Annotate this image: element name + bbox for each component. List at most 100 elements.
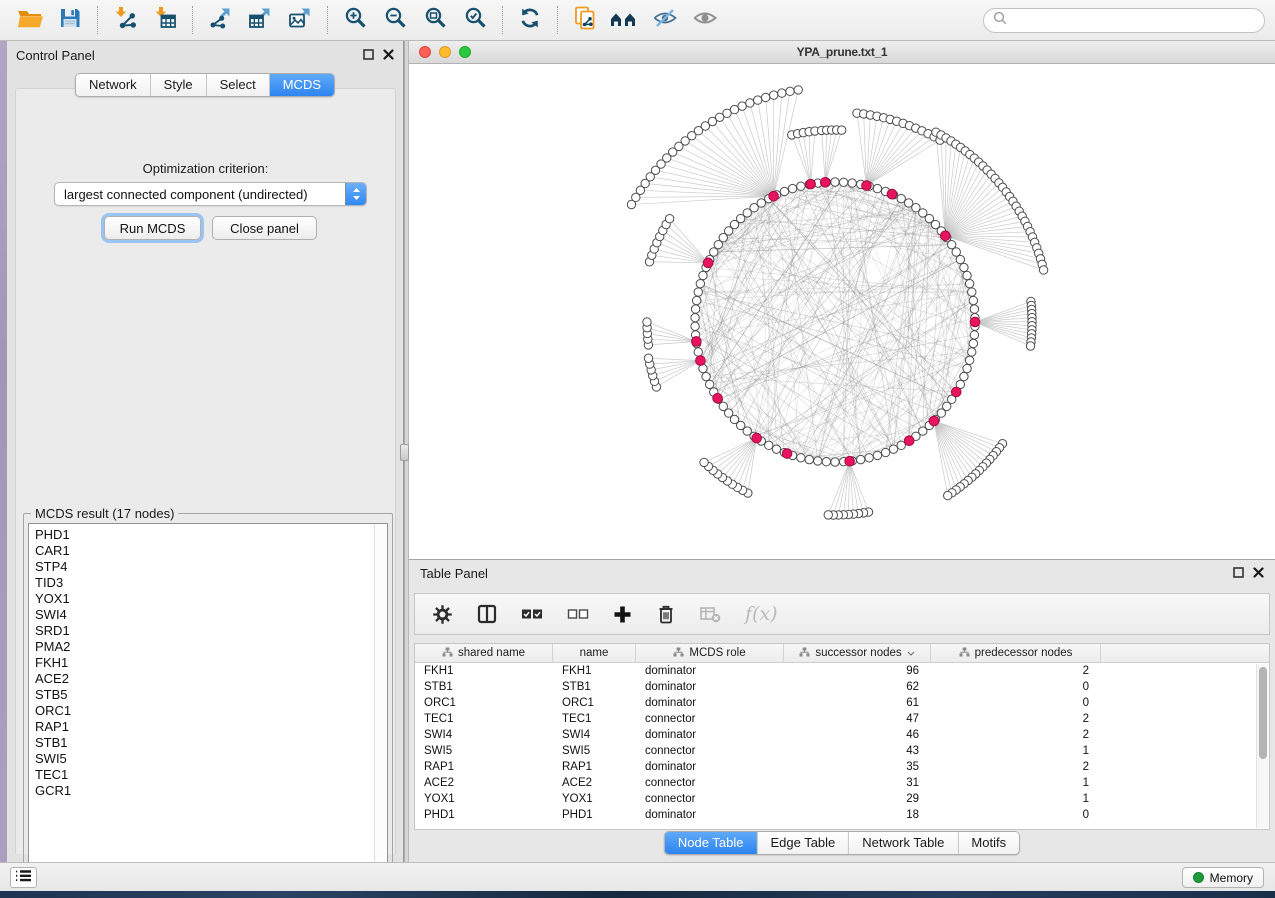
network-mcds-hub-node[interactable] [806, 179, 816, 189]
mcds-result-item[interactable]: STP4 [35, 559, 374, 575]
tab-mcds[interactable]: MCDS [269, 74, 334, 96]
network-node[interactable] [848, 179, 856, 187]
cell-name[interactable]: RAP1 [553, 761, 636, 773]
cell-shared_name[interactable]: ORC1 [415, 697, 553, 709]
network-node[interactable] [691, 305, 699, 313]
table-row[interactable]: RAP1RAP1dominator352 [415, 759, 1269, 775]
cell-successor_nodes[interactable]: 18 [784, 809, 931, 821]
network-leaf-node[interactable] [824, 511, 832, 519]
network-node[interactable] [694, 288, 702, 296]
mcds-result-item[interactable]: TEC1 [35, 767, 374, 783]
network-mcds-hub-node[interactable] [696, 356, 706, 366]
network-leaf-node[interactable] [770, 91, 778, 99]
network-window-titlebar[interactable]: YPA_prune.txt_1 [409, 41, 1275, 64]
network-node[interactable] [873, 451, 881, 459]
cell-shared_name[interactable]: FKH1 [415, 665, 553, 677]
memory-button[interactable]: Memory [1182, 867, 1264, 888]
network-mcds-hub-node[interactable] [713, 393, 723, 403]
table-row[interactable]: FKH1FKH1dominator962 [415, 663, 1269, 679]
network-node[interactable] [881, 448, 889, 456]
network-node[interactable] [873, 184, 881, 192]
window-minimize-icon[interactable] [439, 46, 451, 58]
mcds-result-item[interactable]: CAR1 [35, 543, 374, 559]
network-leaf-node[interactable] [1039, 266, 1047, 274]
network-search-field[interactable] [983, 8, 1265, 33]
network-leaf-node[interactable] [754, 96, 762, 104]
show-all-button[interactable] [685, 3, 725, 37]
float-table-panel-icon[interactable] [1233, 566, 1244, 581]
import-table-button[interactable] [145, 3, 185, 37]
first-neighbors-button[interactable] [605, 3, 645, 37]
network-node[interactable] [969, 296, 977, 304]
network-node[interactable] [956, 255, 964, 263]
cell-name[interactable]: SWI4 [553, 729, 636, 741]
network-mcds-hub-node[interactable] [845, 456, 855, 466]
tab-select[interactable]: Select [206, 74, 269, 96]
mcds-result-item[interactable]: STB1 [35, 735, 374, 751]
export-network-button[interactable] [200, 3, 240, 37]
add-column-icon[interactable] [613, 605, 632, 624]
network-node[interactable] [965, 356, 973, 364]
cell-name[interactable]: STB1 [553, 681, 636, 693]
network-leaf-node[interactable] [665, 214, 673, 222]
tab-node-table[interactable]: Node Table [665, 832, 757, 854]
mcds-result-item[interactable]: YOX1 [35, 591, 374, 607]
cell-name[interactable]: FKH1 [553, 665, 636, 677]
cell-successor_nodes[interactable]: 31 [784, 777, 931, 789]
cell-mcds_role[interactable]: connector [636, 793, 784, 805]
cell-successor_nodes[interactable]: 43 [784, 745, 931, 757]
cell-name[interactable]: ACE2 [553, 777, 636, 789]
cell-successor_nodes[interactable]: 62 [784, 681, 931, 693]
mcds-result-item[interactable]: SRD1 [35, 623, 374, 639]
function-builder-icon[interactable]: f(x) [745, 603, 778, 625]
network-mcds-hub-node[interactable] [769, 191, 779, 201]
hide-selected-button[interactable] [645, 3, 685, 37]
run-mcds-button[interactable]: Run MCDS [104, 216, 201, 240]
cell-mcds_role[interactable]: dominator [636, 681, 784, 693]
cell-shared_name[interactable]: SWI5 [415, 745, 553, 757]
table-scrollbar[interactable] [1256, 664, 1268, 828]
cell-predecessor_nodes[interactable]: 1 [931, 793, 1101, 805]
network-mcds-hub-node[interactable] [929, 416, 939, 426]
mcds-result-item[interactable]: GCR1 [35, 783, 374, 799]
network-node[interactable] [805, 455, 813, 463]
network-node[interactable] [691, 313, 699, 321]
table-row[interactable]: SWI4SWI4dominator462 [415, 727, 1269, 743]
cell-mcds_role[interactable]: connector [636, 745, 784, 757]
mcds-result-item[interactable]: SWI5 [35, 751, 374, 767]
cell-successor_nodes[interactable]: 46 [784, 729, 931, 741]
tab-style[interactable]: Style [150, 74, 206, 96]
network-node[interactable] [831, 458, 839, 466]
cell-predecessor_nodes[interactable]: 0 [931, 809, 1101, 821]
network-node[interactable] [765, 441, 773, 449]
network-mcds-hub-node[interactable] [970, 317, 980, 327]
cell-mcds_role[interactable]: dominator [636, 809, 784, 821]
mcds-result-item[interactable]: TID3 [35, 575, 374, 591]
network-node[interactable] [970, 305, 978, 313]
network-mcds-hub-node[interactable] [752, 433, 762, 443]
cell-shared_name[interactable]: STB1 [415, 681, 553, 693]
cell-shared_name[interactable]: YOX1 [415, 793, 553, 805]
mcds-result-item[interactable]: SWI4 [35, 607, 374, 623]
network-node[interactable] [968, 348, 976, 356]
network-node[interactable] [970, 331, 978, 339]
select-all-rows-icon[interactable] [521, 607, 543, 621]
network-node[interactable] [691, 322, 699, 330]
cell-predecessor_nodes[interactable]: 2 [931, 729, 1101, 741]
network-node[interactable] [857, 455, 865, 463]
column-manager-icon[interactable] [477, 604, 497, 624]
cell-shared_name[interactable]: PHD1 [415, 809, 553, 821]
tab-edge-table[interactable]: Edge Table [756, 832, 848, 854]
network-node[interactable] [705, 380, 713, 388]
table-row[interactable]: PHD1PHD1dominator180 [415, 807, 1269, 823]
cell-mcds_role[interactable]: dominator [636, 697, 784, 709]
network-leaf-node[interactable] [794, 86, 802, 94]
table-options-gear-icon[interactable] [432, 604, 453, 625]
network-leaf-node[interactable] [786, 87, 794, 95]
network-node[interactable] [968, 288, 976, 296]
network-node[interactable] [969, 339, 977, 347]
export-table-button[interactable] [240, 3, 280, 37]
zoom-in-button[interactable] [335, 3, 375, 37]
network-leaf-node[interactable] [738, 102, 746, 110]
open-session-button[interactable] [10, 3, 50, 37]
